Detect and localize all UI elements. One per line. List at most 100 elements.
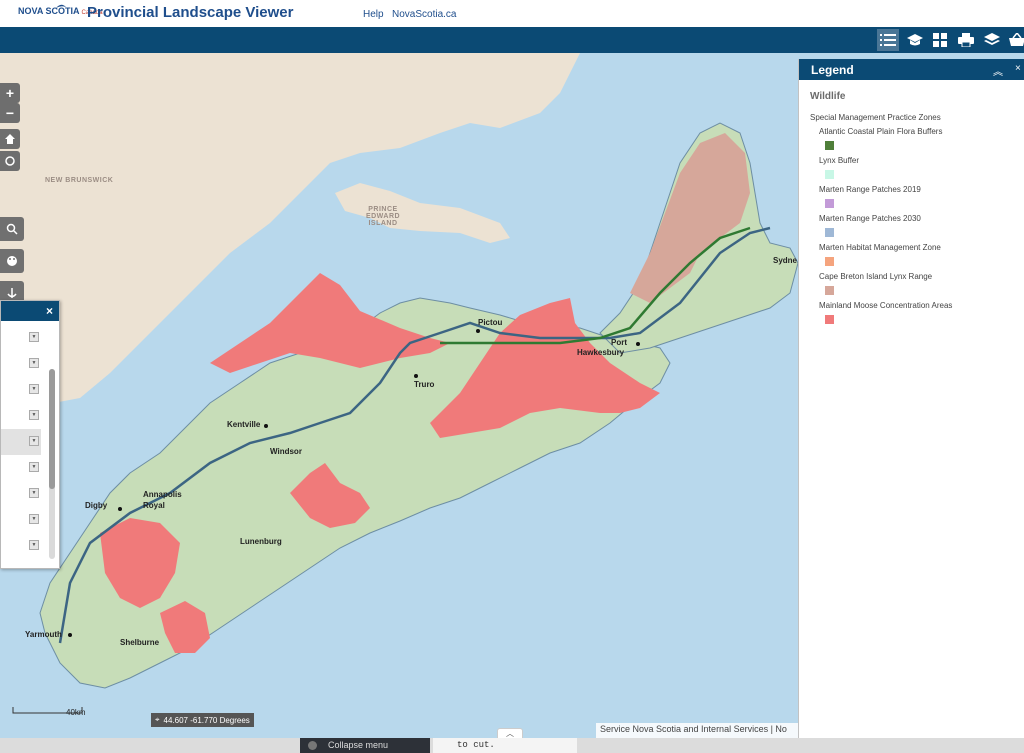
map-label-hawkesbury: Hawkesbury bbox=[577, 348, 625, 357]
scale-label: 40km bbox=[66, 708, 86, 717]
panel-row-selected[interactable]: ▼ bbox=[1, 429, 41, 455]
layers-button[interactable] bbox=[981, 29, 1003, 51]
city-marker[interactable] bbox=[68, 633, 72, 637]
left-panel-scrollbar[interactable] bbox=[49, 369, 55, 559]
legend-subgroup-title: Special Management Practice Zones bbox=[810, 113, 941, 122]
row-dropdown-icon[interactable]: ▼ bbox=[29, 384, 39, 394]
map-label-windsor: Windsor bbox=[270, 447, 302, 456]
city-marker[interactable] bbox=[118, 507, 122, 511]
map-label-lunenburg: Lunenburg bbox=[240, 537, 282, 546]
map-label-new-brunswick: NEW BRUNSWICK bbox=[45, 177, 114, 184]
print-icon bbox=[958, 33, 974, 47]
collapse-icon bbox=[308, 741, 317, 750]
row-dropdown-icon[interactable]: ▼ bbox=[29, 332, 39, 342]
legend-group-title: Wildlife bbox=[810, 91, 846, 102]
legend-close-button[interactable]: × bbox=[1015, 63, 1021, 74]
collapse-menu-label: Collapse menu bbox=[328, 740, 389, 750]
legend-item-label: Lynx Buffer bbox=[819, 156, 860, 165]
home-icon bbox=[5, 134, 15, 144]
legend-item-label: Marten Range Patches 2019 bbox=[819, 185, 921, 194]
map-label-truro: Truro bbox=[414, 380, 435, 389]
map-label-yarmouth: Yarmouth bbox=[25, 630, 62, 639]
home-button[interactable] bbox=[0, 129, 20, 149]
panel-row[interactable]: ▼ bbox=[1, 481, 41, 507]
locate-icon bbox=[5, 156, 15, 166]
legend-item-label: Cape Breton Island Lynx Range bbox=[819, 272, 933, 281]
map-label-annapolis: Annapolis bbox=[143, 490, 182, 499]
palette-icon bbox=[7, 256, 17, 266]
row-dropdown-icon[interactable]: ▼ bbox=[29, 462, 39, 472]
city-marker[interactable] bbox=[414, 374, 418, 378]
bottom-strip: Collapse menu to cut. bbox=[0, 738, 1024, 753]
map-label-sydney: Sydne bbox=[773, 256, 798, 265]
row-dropdown-icon[interactable]: ▼ bbox=[29, 488, 39, 498]
graduation-cap-icon bbox=[907, 34, 923, 46]
city-marker[interactable] bbox=[476, 329, 480, 333]
help-link[interactable]: Help bbox=[363, 9, 384, 20]
legend-title: Legend bbox=[811, 63, 854, 77]
row-dropdown-icon[interactable]: ▼ bbox=[29, 410, 39, 420]
legend-list-icon bbox=[880, 34, 896, 46]
code-snippet: to cut. bbox=[433, 738, 577, 753]
legend-item-label: Marten Range Patches 2030 bbox=[819, 214, 921, 223]
city-marker[interactable] bbox=[264, 424, 268, 428]
print-button[interactable] bbox=[955, 29, 977, 51]
map-label-digby: Digby bbox=[85, 501, 108, 510]
left-panel: × ▼ ▼ ▼ ▼ ▼ ▼ ▼ ▼ ▼ bbox=[0, 300, 60, 569]
legend-collapse-button[interactable]: ︽ bbox=[993, 63, 1003, 78]
anchor-icon bbox=[7, 288, 17, 298]
pei-landmass bbox=[335, 183, 510, 243]
map-label-kentville: Kentville bbox=[227, 420, 261, 429]
panel-row[interactable]: ▼ bbox=[1, 403, 41, 429]
map-label-shelburne: Shelburne bbox=[120, 638, 160, 647]
search-button[interactable] bbox=[0, 217, 24, 241]
logo-text: NOVA SCOTIA bbox=[18, 6, 80, 16]
basket-button[interactable] bbox=[1006, 29, 1024, 51]
legend-swatch-4 bbox=[825, 257, 834, 266]
bird-icon bbox=[56, 4, 66, 8]
panel-row[interactable]: ▼ bbox=[1, 351, 41, 377]
left-panel-close-button[interactable]: × bbox=[46, 304, 53, 318]
legend-panel: Legend ︽ × Wildlife Special Management P… bbox=[798, 59, 1024, 738]
about-button[interactable] bbox=[904, 29, 926, 51]
basket-icon bbox=[1009, 33, 1024, 46]
panel-row[interactable]: ▼ bbox=[1, 455, 41, 481]
zoom-out-button[interactable]: − bbox=[0, 103, 20, 123]
legend-swatch-3 bbox=[825, 228, 834, 237]
panel-row[interactable]: ▼ bbox=[1, 533, 41, 559]
crosshair-icon: ⌖ bbox=[155, 715, 160, 724]
grid-icon bbox=[933, 33, 947, 47]
map-label-pictou: Pictou bbox=[478, 318, 503, 327]
scrollbar-thumb[interactable] bbox=[49, 369, 55, 489]
toolbar bbox=[0, 27, 1024, 53]
panel-row[interactable]: ▼ bbox=[1, 325, 41, 351]
legend-list-button[interactable] bbox=[877, 29, 899, 51]
row-dropdown-icon[interactable]: ▼ bbox=[29, 436, 39, 446]
row-dropdown-icon[interactable]: ▼ bbox=[29, 514, 39, 524]
legend-item-label: Marten Habitat Management Zone bbox=[819, 243, 941, 252]
app-title: Provincial Landscape Viewer bbox=[87, 4, 294, 21]
collapse-menu-button[interactable]: Collapse menu bbox=[300, 738, 430, 753]
map-attribution: Service Nova Scotia and Internal Service… bbox=[596, 723, 800, 738]
coordinate-readout: ⌖ 44.607 -61.770 Degrees bbox=[151, 713, 254, 727]
legend-item-label: Atlantic Coastal Plain Flora Buffers bbox=[819, 127, 943, 136]
map-label-pei: PRINCE EDWARD ISLAND bbox=[365, 206, 401, 227]
bookmark-button[interactable] bbox=[0, 249, 24, 273]
legend-swatch-1 bbox=[825, 170, 834, 179]
legend-swatch-2 bbox=[825, 199, 834, 208]
city-marker[interactable] bbox=[636, 342, 640, 346]
map-label-royal: Royal bbox=[143, 501, 165, 510]
panel-row[interactable]: ▼ bbox=[1, 377, 41, 403]
locate-button[interactable] bbox=[0, 151, 20, 171]
legend-swatch-5 bbox=[825, 286, 834, 295]
expand-panel-tab[interactable]: ︿ bbox=[497, 728, 523, 738]
layers-icon bbox=[984, 33, 1000, 45]
row-dropdown-icon[interactable]: ▼ bbox=[29, 540, 39, 550]
legend-swatch-0 bbox=[825, 141, 834, 150]
panel-row[interactable]: ▼ bbox=[1, 507, 41, 533]
novascotia-link[interactable]: NovaScotia.ca bbox=[392, 9, 456, 20]
basemap-gallery-button[interactable] bbox=[929, 29, 951, 51]
zoom-in-button[interactable]: + bbox=[0, 83, 20, 103]
row-dropdown-icon[interactable]: ▼ bbox=[29, 358, 39, 368]
app-header: NOVA SCOTIA Canada Provincial Landscape V… bbox=[0, 0, 1024, 27]
